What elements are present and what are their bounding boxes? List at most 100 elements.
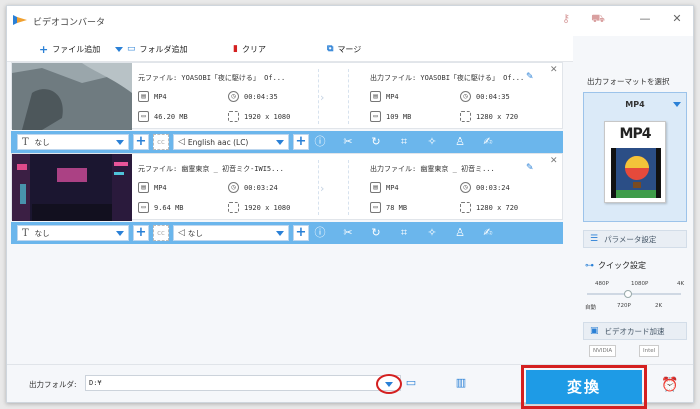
item-toolbar: T なし + cc ◁ なし + ⓘ ✂ ↻ ⌗ ✧ ♙ ✍ (11, 222, 563, 244)
list-item[interactable]: 元ファイル: 幽霊東京 _ 初音ミク-IWI5... ▤ MP4 ◷ 00:03:2… (11, 153, 563, 221)
output-resolution-value: 1280 x 720 (476, 112, 519, 121)
chevron-down-icon (276, 140, 284, 145)
source-resolution-value: 1920 x 1080 (244, 112, 291, 121)
divider (318, 69, 319, 124)
open-folder-icon[interactable]: ▥ (453, 377, 469, 389)
chevron-down-icon (116, 140, 124, 145)
quality-slider[interactable] (587, 290, 681, 298)
watermark-icon[interactable]: ♙ (453, 226, 467, 240)
gpu-acceleration-button[interactable]: ▣ ビデオカード加速 (583, 322, 687, 340)
edit-pencil-icon[interactable]: ✎ (526, 163, 534, 173)
cart-icon[interactable]: ⛟ (591, 12, 605, 26)
format-icon: ▤ (370, 91, 381, 102)
audio-dropdown[interactable]: ◁ なし (173, 225, 289, 241)
convert-highlight: 変換 (521, 365, 647, 409)
output-resolution: 1280 x 720 (460, 111, 518, 122)
crop-icon[interactable]: ⌗ (397, 135, 411, 149)
cc-icon[interactable]: cc (153, 225, 169, 241)
key-icon[interactable]: ⚷ (559, 12, 573, 26)
subtitle-dropdown[interactable]: T なし (17, 134, 129, 150)
add-file-label: ファイル追加 (52, 44, 101, 54)
add-folder-button[interactable]: ▭ フォルダ追加 (115, 42, 188, 56)
audio-dropdown[interactable]: ◁ English aac (LC) (173, 134, 289, 150)
parameter-settings-button[interactable]: ☰ パラメータ設定 (583, 230, 687, 248)
quality-1080p[interactable]: 1080P (631, 281, 648, 287)
output-format-value: MP4 (386, 183, 399, 192)
convert-button[interactable]: 変換 (526, 370, 642, 404)
effects-wand-icon[interactable]: ✧ (425, 226, 439, 240)
watermark-icon[interactable]: ♙ (453, 135, 467, 149)
subtitle-dropdown[interactable]: T なし (17, 225, 129, 241)
chevron-down-icon (116, 231, 124, 236)
source-size-value: 46.20 MB (154, 112, 188, 121)
video-thumbnail[interactable] (12, 63, 132, 130)
edit-subtitle-icon[interactable]: ✍ (481, 226, 495, 240)
merge-label: マージ (337, 44, 362, 54)
quality-auto[interactable]: 自動 (585, 303, 596, 311)
chevron-down-icon (673, 102, 681, 107)
cut-icon[interactable]: ✂ (341, 226, 355, 240)
output-duration-value: 00:03:24 (476, 183, 510, 192)
minimize-button[interactable]: — (637, 12, 653, 26)
divider (318, 160, 319, 215)
source-format: ▤ MP4 (138, 91, 167, 102)
edit-subtitle-icon[interactable]: ✍ (481, 135, 495, 149)
mp4-icon-text: MP4 (619, 126, 652, 142)
add-file-button[interactable]: + ファイル追加 (39, 42, 100, 56)
alarm-clock-icon[interactable]: ⏰ (661, 377, 678, 393)
clock-icon: ◷ (228, 182, 239, 193)
crop-icon[interactable]: ⌗ (397, 226, 411, 240)
cut-icon[interactable]: ✂ (341, 135, 355, 149)
format-name: MP4 (625, 100, 645, 109)
output-panel: 出力フォーマットを選択 MP4 MP4 ☰ パラメータ設定 ⊶ クイック設定 480… (579, 62, 691, 362)
clock-icon: ◷ (228, 91, 239, 102)
quality-480p[interactable]: 480P (595, 281, 609, 287)
item-toolbar: T なし + cc ◁ English aac (LC) + ⓘ ✂ ↻ ⌗ ✧ ♙… (11, 131, 563, 153)
add-audio-button[interactable]: + (293, 225, 309, 241)
browse-folder-icon[interactable]: ▭ (403, 377, 419, 389)
output-folder-input[interactable]: D:¥ (85, 375, 401, 391)
rotate-icon[interactable]: ↻ (369, 135, 383, 149)
sliders-icon: ☰ (590, 234, 599, 244)
quality-2k[interactable]: 2K (655, 303, 662, 309)
clear-button[interactable]: ▮ クリア (233, 42, 266, 56)
quality-slider-knob[interactable] (624, 290, 632, 298)
video-thumbnail[interactable] (12, 154, 132, 221)
list-item[interactable]: 元ファイル: YOASOBI「夜に駆ける」 Of... ▤ MP4 ◷ 00:04:… (11, 62, 563, 130)
add-subtitle-button[interactable]: + (133, 134, 149, 150)
resolution-icon (460, 202, 471, 213)
source-file-name: 元ファイル: YOASOBI「夜に駆ける」 Of... (138, 74, 286, 82)
clock-icon: ◷ (460, 91, 471, 102)
format-selector[interactable]: MP4 MP4 (583, 92, 687, 222)
cc-icon[interactable]: cc (153, 134, 169, 150)
info-icon[interactable]: ⓘ (313, 135, 327, 149)
quality-720p[interactable]: 720P (617, 303, 631, 309)
divider (348, 160, 349, 215)
add-folder-label: フォルダ追加 (139, 44, 188, 54)
output-size-value: 78 MB (386, 203, 408, 212)
rotate-icon[interactable]: ↻ (369, 226, 383, 240)
merge-button[interactable]: ⧉ マージ (327, 42, 361, 56)
source-file-name: 元ファイル: 幽霊東京 _ 初音ミク-IWI5... (138, 165, 284, 173)
folder-icon: ▭ (370, 202, 381, 213)
chevron-down-icon (276, 231, 284, 236)
edit-pencil-icon[interactable]: ✎ (526, 72, 534, 82)
info-icon[interactable]: ⓘ (313, 226, 327, 240)
chevron-down-icon (385, 382, 393, 387)
source-format: ▤ MP4 (138, 182, 167, 193)
close-button[interactable]: ✕ (669, 12, 685, 26)
output-format-value: MP4 (386, 92, 399, 101)
add-audio-button[interactable]: + (293, 134, 309, 150)
effects-wand-icon[interactable]: ✧ (425, 135, 439, 149)
speaker-icon: ◁ (178, 137, 185, 147)
remove-item-icon[interactable]: ✕ (550, 156, 558, 166)
source-resolution: 1920 x 1080 (228, 111, 290, 122)
output-file-name: 出力ファイル: YOASOBI「夜に駆ける」 Of... (370, 74, 525, 82)
subtitle-value: なし (34, 137, 50, 147)
add-subtitle-button[interactable]: + (133, 225, 149, 241)
audio-value: English aac (LC) (187, 137, 249, 147)
quality-4k[interactable]: 4K (677, 281, 684, 287)
output-duration: ◷ 00:03:24 (460, 182, 510, 193)
remove-item-icon[interactable]: ✕ (550, 65, 558, 75)
clear-label: クリア (241, 44, 266, 54)
